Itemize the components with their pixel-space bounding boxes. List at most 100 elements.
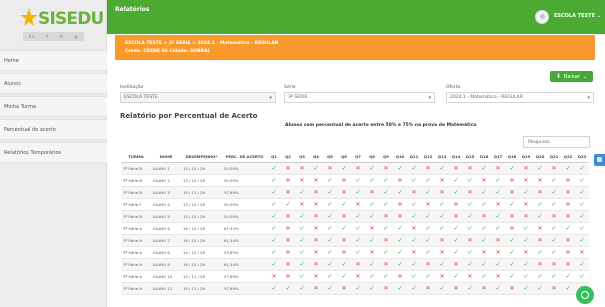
check-icon: ✓ xyxy=(379,270,393,283)
col-question[interactable]: Q7 xyxy=(351,152,365,163)
cell-perc-acerto: 61,54% xyxy=(222,258,267,271)
col-question[interactable]: Q17 xyxy=(491,152,505,163)
sidebar-item-relatorios-temporarios[interactable]: Relatórios Temporários xyxy=(0,142,107,163)
contrast-button[interactable]: ◐ xyxy=(75,34,79,39)
col-question[interactable]: Q22 xyxy=(561,152,575,163)
instituicao-value: ESCOLA TESTE xyxy=(124,95,158,100)
col-question[interactable]: Q13 xyxy=(435,152,449,163)
search-input[interactable]: Pesquisar xyxy=(523,136,590,148)
col-question[interactable]: Q23 xyxy=(575,152,589,163)
col-question[interactable]: Q15 xyxy=(463,152,477,163)
check-icon: ✓ xyxy=(491,258,505,271)
chevron-down-icon: ⌄ xyxy=(596,13,601,19)
cross-icon: ✕ xyxy=(393,210,407,223)
check-icon: ✓ xyxy=(547,174,561,187)
check-icon: ✓ xyxy=(407,270,421,283)
serie-select[interactable]: 3ª SÉRIE ▾ xyxy=(284,92,435,103)
check-icon: ✓ xyxy=(295,282,309,295)
check-icon: ✓ xyxy=(491,210,505,223)
check-icon: ✓ xyxy=(505,246,519,259)
download-button[interactable]: ⬇ Baixar ⌄ xyxy=(550,71,593,82)
check-icon: ✓ xyxy=(267,198,281,211)
check-icon: ✓ xyxy=(575,210,589,223)
cross-icon: ✕ xyxy=(505,282,519,295)
cross-icon: ✕ xyxy=(491,198,505,211)
cross-icon: ✕ xyxy=(533,186,547,199)
col-question[interactable]: Q4 xyxy=(309,152,323,163)
col-desempenho[interactable]: DESEMPENHO* xyxy=(181,152,222,163)
check-icon: ✓ xyxy=(575,234,589,247)
check-icon: ✓ xyxy=(267,282,281,295)
table-row: 3ª Série A ALUNO 8 14 / 12 / 26 53,85% ✓ ✕ ✓ ✕ ✓… xyxy=(121,246,589,259)
check-icon: ✓ xyxy=(379,222,393,235)
chevron-down-icon: ▾ xyxy=(428,95,431,101)
col-question[interactable]: Q9 xyxy=(379,152,393,163)
col-nome[interactable]: NOME xyxy=(151,152,181,163)
check-icon: ✓ xyxy=(309,162,323,175)
sidebar-item-home[interactable]: Home xyxy=(0,50,107,71)
cross-icon: ✕ xyxy=(561,186,575,199)
col-question[interactable]: Q10 xyxy=(393,152,407,163)
cross-icon: ✕ xyxy=(309,186,323,199)
cross-icon: ✕ xyxy=(463,270,477,283)
instituicao-select[interactable]: ESCOLA TESTE ▾ xyxy=(120,92,276,103)
col-perc-acerto[interactable]: PERC. DE ACERTO xyxy=(222,152,267,163)
col-question[interactable]: Q3 xyxy=(295,152,309,163)
accessibility-bar: A+ A A- ◐ xyxy=(23,32,84,41)
table-header-row: TURMA NOME DESEMPENHO* PERC. DE ACERTO Q… xyxy=(121,152,589,163)
col-question[interactable]: Q16 xyxy=(477,152,491,163)
cross-icon: ✕ xyxy=(519,162,533,175)
check-icon: ✓ xyxy=(393,258,407,271)
serie-label: Série xyxy=(284,85,296,90)
check-icon: ✓ xyxy=(533,162,547,175)
col-question[interactable]: Q6 xyxy=(337,152,351,163)
cross-icon: ✕ xyxy=(337,210,351,223)
top-bar: Relatórios ESCOLA TESTE ⌄ xyxy=(107,0,605,34)
cross-icon: ✕ xyxy=(281,174,295,187)
col-question[interactable]: Q8 xyxy=(365,152,379,163)
check-icon: ✓ xyxy=(407,210,421,223)
check-icon: ✓ xyxy=(575,174,589,187)
col-question[interactable]: Q18 xyxy=(505,152,519,163)
side-tab-button[interactable] xyxy=(594,154,605,166)
col-question[interactable]: Q11 xyxy=(407,152,421,163)
check-icon: ✓ xyxy=(477,222,491,235)
check-icon: ✓ xyxy=(575,198,589,211)
col-question[interactable]: Q12 xyxy=(421,152,435,163)
cell-turma: 3ª Série A xyxy=(121,222,151,235)
col-question[interactable]: Q21 xyxy=(547,152,561,163)
cross-icon: ✕ xyxy=(309,198,323,211)
cross-icon: ✕ xyxy=(561,210,575,223)
cross-icon: ✕ xyxy=(491,270,505,283)
cross-icon: ✕ xyxy=(533,174,547,187)
col-question[interactable]: Q19 xyxy=(519,152,533,163)
check-icon: ✓ xyxy=(365,270,379,283)
check-icon: ✓ xyxy=(295,222,309,235)
cross-icon: ✕ xyxy=(491,246,505,259)
font-increase-button[interactable]: A+ xyxy=(29,34,35,39)
check-icon: ✓ xyxy=(463,210,477,223)
cell-perc-acerto: 50,00% xyxy=(222,198,267,211)
font-reset-button[interactable]: A xyxy=(46,34,49,39)
oferta-select[interactable]: 2024.1 - Matemática - REGULAR ▾ xyxy=(446,92,594,103)
check-icon: ✓ xyxy=(407,198,421,211)
cross-icon: ✕ xyxy=(281,258,295,271)
col-turma[interactable]: TURMA xyxy=(121,152,151,163)
sidebar-item-alunos[interactable]: Alunos xyxy=(0,73,107,94)
col-question[interactable]: Q20 xyxy=(533,152,547,163)
check-icon: ✓ xyxy=(449,270,463,283)
col-question[interactable]: Q14 xyxy=(449,152,463,163)
check-icon: ✓ xyxy=(533,210,547,223)
col-question[interactable]: Q1 xyxy=(267,152,281,163)
sidebar-item-minha-turma[interactable]: Minha Turma xyxy=(0,96,107,117)
sisedu-logo[interactable]: SISEDU xyxy=(18,8,104,29)
whatsapp-button[interactable] xyxy=(576,286,594,304)
user-menu[interactable]: ESCOLA TESTE ⌄ xyxy=(554,13,601,19)
check-icon: ✓ xyxy=(477,270,491,283)
col-question[interactable]: Q5 xyxy=(323,152,337,163)
font-decrease-button[interactable]: A- xyxy=(60,34,64,39)
sidebar-item-percentual-acerto[interactable]: Percentual de acerto xyxy=(0,119,107,140)
col-question[interactable]: Q2 xyxy=(281,152,295,163)
cross-icon: ✕ xyxy=(309,234,323,247)
user-avatar[interactable] xyxy=(535,10,549,24)
